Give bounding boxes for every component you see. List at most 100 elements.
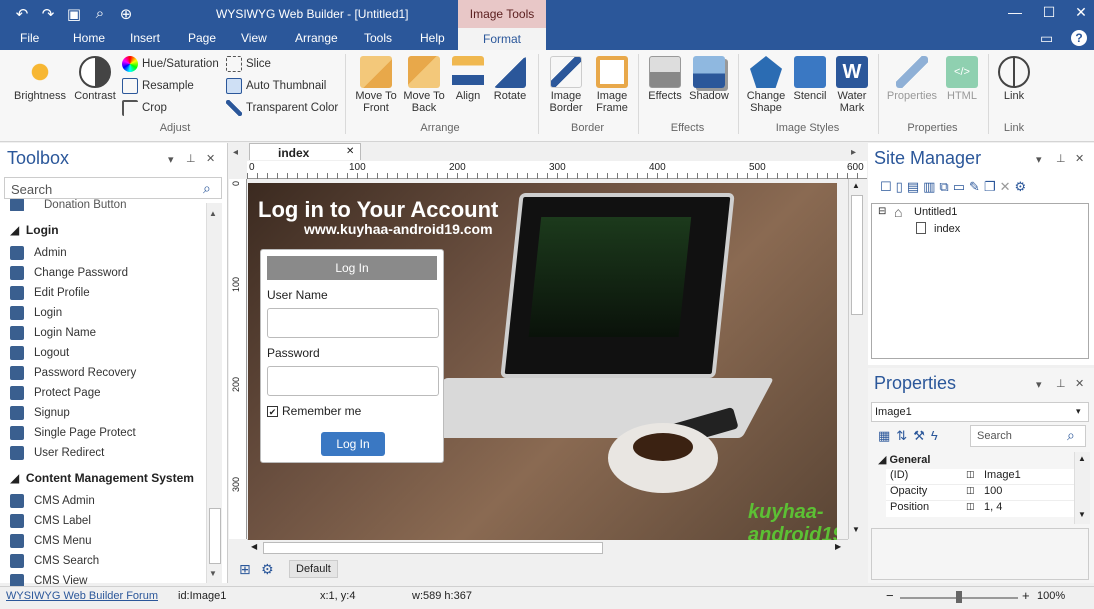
image-border-button[interactable]: Image Border [542, 56, 590, 114]
scroll-left-icon[interactable]: ◀ [251, 542, 257, 551]
list-item[interactable]: Login Name [10, 323, 96, 343]
list-item[interactable]: CMS Search [10, 551, 99, 571]
binding-icon[interactable]: ◫ [966, 485, 980, 500]
close-panel-icon[interactable]: ✕ [206, 152, 215, 165]
sort-icon[interactable]: ⇅ [896, 428, 907, 444]
category-login[interactable]: ◢ Login [10, 223, 59, 237]
close-icon[interactable]: ✕ [1070, 4, 1092, 21]
scroll-up-icon[interactable]: ▲ [209, 209, 217, 218]
preview-icon[interactable]: ⌕ [90, 5, 110, 23]
scroll-thumb[interactable] [209, 508, 221, 564]
tab-left-arrow-icon[interactable]: ◂ [233, 147, 238, 158]
menu-view[interactable]: View [241, 31, 267, 45]
folder-icon[interactable]: ▭ [953, 179, 965, 195]
list-item[interactable]: Single Page Protect [10, 423, 136, 443]
list-item[interactable]: Protect Page [10, 383, 100, 403]
contrast-button[interactable]: Contrast [70, 56, 120, 102]
scroll-thumb[interactable] [263, 542, 603, 554]
section-general[interactable]: ◢ General [878, 453, 930, 466]
collapse-icon[interactable]: ⊟ [878, 206, 886, 217]
panel-menu-icon[interactable]: ▾ [1036, 378, 1042, 391]
forum-link[interactable]: WYSIWYG Web Builder Forum [6, 590, 158, 602]
html-button[interactable]: </> HTML [942, 56, 982, 102]
search-icon[interactable]: ⌕ [203, 180, 211, 197]
layer-add-icon[interactable]: ⊞ [239, 561, 251, 578]
change-shape-button[interactable]: Change Shape [742, 56, 790, 114]
layer-default-tab[interactable]: Default [289, 560, 338, 578]
password-input[interactable] [267, 366, 439, 396]
effects-button[interactable]: Effects [644, 56, 686, 102]
scroll-down-icon[interactable]: ▼ [1078, 510, 1086, 519]
list-item[interactable]: CMS Label [10, 511, 91, 531]
list-item[interactable]: Login [10, 303, 62, 323]
username-input[interactable] [267, 308, 439, 338]
menu-tools[interactable]: Tools [364, 31, 392, 45]
hue-saturation-button[interactable]: Hue/Saturation [122, 56, 219, 72]
list-item[interactable]: CMS Menu [10, 531, 92, 551]
scroll-down-icon[interactable]: ▼ [209, 569, 217, 578]
link-page-icon[interactable]: ⧉ [939, 179, 948, 195]
list-item[interactable]: User Redirect [10, 443, 104, 463]
zoom-slider-thumb[interactable] [956, 591, 962, 603]
scroll-down-icon[interactable]: ▼ [852, 525, 860, 534]
list-item[interactable]: Signup [10, 403, 70, 423]
scroll-up-icon[interactable]: ▲ [852, 181, 860, 190]
events-icon[interactable]: ϟ [931, 428, 938, 444]
new-page-icon[interactable]: ☐ [880, 179, 892, 195]
object-select[interactable]: Image1 ▾ [871, 402, 1089, 422]
minimize-icon[interactable]: — [1004, 4, 1026, 20]
tab-right-arrow-icon[interactable]: ▸ [851, 147, 856, 158]
image-frame-button[interactable]: Image Frame [590, 56, 634, 114]
edit-icon[interactable]: ✎ [969, 179, 980, 195]
scroll-thumb[interactable] [851, 195, 863, 315]
list-item[interactable]: Change Password [10, 263, 128, 283]
toolbox-search-input[interactable]: Search ⌕ [4, 177, 222, 199]
tree-page-index[interactable]: index [934, 223, 960, 235]
panel-menu-icon[interactable]: ▾ [168, 153, 174, 166]
list-item[interactable]: CMS Admin [10, 491, 95, 511]
pin-icon[interactable]: ⊥ [1056, 377, 1066, 390]
brightness-button[interactable]: Brightness [10, 56, 70, 102]
properties-icon[interactable]: ▥ [923, 179, 935, 195]
binding-icon[interactable]: ◫ [966, 469, 980, 484]
watermark-button[interactable]: W Water Mark [832, 56, 872, 114]
tab-close-icon[interactable]: ✕ [346, 146, 354, 157]
chevron-down-icon[interactable]: ▾ [1076, 406, 1081, 417]
properties-scrollbar[interactable]: ▲ ▼ [1074, 452, 1090, 524]
menu-insert[interactable]: Insert [130, 31, 160, 45]
property-row[interactable]: Position ◫ 1, 4 [886, 501, 1074, 517]
pin-icon[interactable]: ⊥ [1056, 152, 1066, 165]
crop-button[interactable]: Crop [122, 100, 167, 116]
shadow-button[interactable]: Shadow [686, 56, 732, 102]
category-cms[interactable]: ◢ Content Management System [10, 471, 194, 485]
page-list-icon[interactable]: ▤ [907, 179, 919, 195]
rotate-button[interactable]: Rotate [490, 56, 530, 102]
align-button[interactable]: Align [448, 56, 488, 102]
login-button[interactable]: Log In [321, 432, 385, 456]
stencil-button[interactable]: Stencil [790, 56, 830, 102]
editor-v-scrollbar[interactable]: ▲ ▼ [848, 179, 864, 539]
tree-root[interactable]: Untitled1 [914, 206, 957, 218]
canvas-image[interactable]: Log in to Your Account www.kuyhaa-androi… [248, 183, 837, 540]
properties-button[interactable]: Properties [882, 56, 942, 102]
search-icon[interactable]: ⌕ [1067, 427, 1075, 444]
slice-button[interactable]: Slice [226, 56, 271, 72]
wrench-icon[interactable]: ⚒ [913, 428, 925, 444]
properties-search-input[interactable]: Search ⌕ [970, 425, 1086, 447]
auto-thumbnail-button[interactable]: Auto Thumbnail [226, 78, 326, 94]
toolbox-scrollbar[interactable]: ▲ ▼ [206, 203, 222, 583]
property-row[interactable]: (ID) ◫ Image1 [886, 469, 1074, 485]
resample-button[interactable]: Resample [122, 78, 194, 94]
zoom-out-icon[interactable]: − [886, 588, 894, 603]
move-to-back-button[interactable]: Move To Back [400, 56, 448, 114]
menu-help[interactable]: Help [420, 31, 445, 45]
panel-menu-icon[interactable]: ▾ [1036, 153, 1042, 166]
undo-icon[interactable]: ↶ [12, 5, 32, 23]
move-to-front-button[interactable]: Move To Front [352, 56, 400, 114]
list-item[interactable]: Logout [10, 343, 69, 363]
close-panel-icon[interactable]: ✕ [1075, 377, 1084, 390]
redo-icon[interactable]: ↷ [38, 5, 58, 23]
binding-icon[interactable]: ◫ [966, 501, 980, 517]
layer-settings-icon[interactable]: ⚙ [261, 561, 274, 578]
menu-page[interactable]: Page [188, 31, 216, 45]
